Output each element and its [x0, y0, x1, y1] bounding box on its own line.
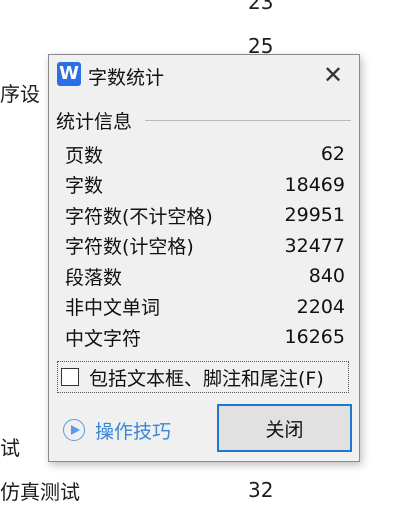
bg-text-fragment: 仿真测试 — [0, 480, 80, 504]
statistics-list: 页数 62 字数 18469 字符数(不计空格) 29951 字符数(计空格) … — [65, 139, 345, 353]
word-count-dialog: W 字数统计 ✕ 统计信息 页数 62 字数 18469 字符数(不计空格) 2… — [48, 54, 360, 462]
include-textbox-label[interactable]: 包括文本框、脚注和尾注(F) — [89, 364, 324, 391]
close-button-label[interactable]: 关闭 — [265, 415, 303, 442]
stat-label: 页数 — [65, 144, 104, 167]
bg-text-fragment: 序设 — [0, 82, 40, 106]
close-icon[interactable]: ✕ — [319, 61, 347, 89]
tips-link[interactable]: 操作技巧 — [63, 415, 171, 445]
bg-page-number-32: 32 — [248, 478, 274, 502]
stat-row-chars-with-spaces: 字符数(计空格) 32477 — [65, 231, 345, 262]
stat-row-chars-no-spaces: 字符数(不计空格) 29951 — [65, 200, 345, 231]
stat-value: 18469 — [284, 173, 345, 196]
play-circle-icon[interactable] — [63, 419, 85, 441]
bg-text-fragment: 试 — [0, 436, 20, 460]
stat-row-words: 字数 18469 — [65, 170, 345, 201]
close-button[interactable]: 关闭 — [217, 404, 352, 452]
group-divider — [145, 120, 351, 121]
stat-label: 字符数(计空格) — [65, 236, 194, 259]
stat-value: 16265 — [284, 326, 345, 349]
stat-label: 段落数 — [65, 266, 123, 289]
stat-value: 29951 — [284, 204, 345, 227]
stat-label: 非中文单词 — [65, 297, 161, 320]
stat-value: 62 — [320, 143, 345, 166]
stat-row-paragraphs: 段落数 840 — [65, 261, 345, 292]
statistics-group-label: 统计信息 — [56, 107, 137, 134]
stat-label: 字符数(不计空格) — [65, 205, 213, 228]
include-textbox-checkbox[interactable] — [61, 368, 79, 386]
stat-label: 中文字符 — [65, 327, 142, 350]
stat-value: 2204 — [296, 295, 345, 318]
bg-page-number-top: 23 — [248, 0, 274, 14]
stat-value: 32477 — [284, 234, 345, 257]
dialog-title: 字数统计 — [88, 67, 165, 89]
tips-link-label[interactable]: 操作技巧 — [95, 417, 171, 444]
stat-value: 840 — [308, 265, 345, 288]
stat-row-non-chinese-words: 非中文单词 2204 — [65, 292, 345, 323]
stat-row-pages: 页数 62 — [65, 139, 345, 170]
include-textbox-footnotes-option[interactable]: 包括文本框、脚注和尾注(F) — [57, 361, 349, 393]
stat-row-chinese-chars: 中文字符 16265 — [65, 322, 345, 353]
wps-writer-icon: W — [57, 62, 81, 86]
stat-label: 字数 — [65, 175, 104, 198]
dialog-titlebar[interactable]: W 字数统计 ✕ — [49, 55, 359, 96]
